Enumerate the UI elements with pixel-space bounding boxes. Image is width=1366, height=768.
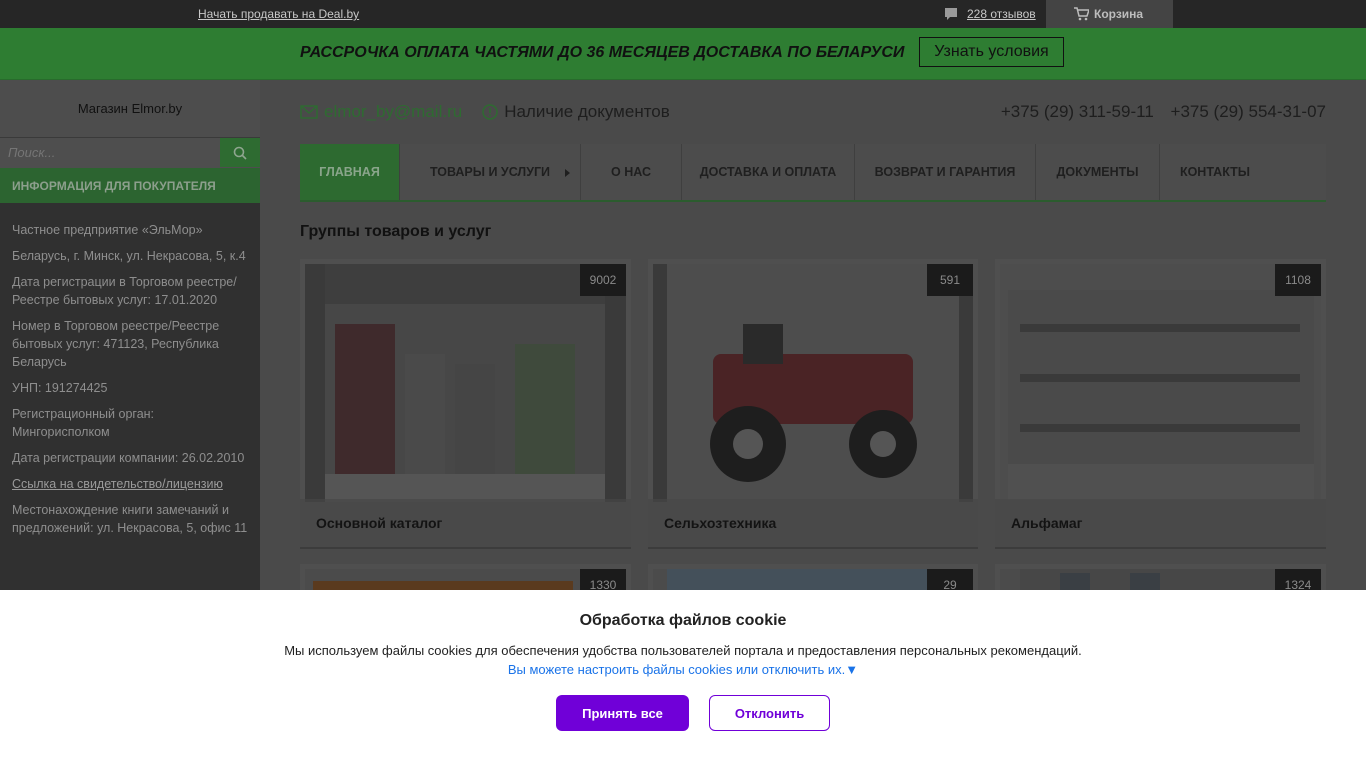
learn-conditions-button[interactable]: Узнать условия — [919, 37, 1064, 67]
group-name: Основной каталог — [300, 499, 631, 547]
info-reg-authority: Регистрационный орган: Мингорисполком — [12, 407, 155, 439]
group-count: 591 — [927, 264, 973, 296]
nav-delivery[interactable]: ДОСТАВКА И ОПЛАТА — [682, 144, 855, 200]
group-count: 1108 — [1275, 264, 1321, 296]
decline-button[interactable]: Отклонить — [709, 695, 830, 731]
cookie-settings-link[interactable]: Вы можете настроить файлы cookies или от… — [0, 662, 1366, 677]
promo-banner: РАССРОЧКА ОПЛАТА ЧАСТЯМИ ДО 36 МЕСЯЦЕВ Д… — [0, 28, 1366, 80]
nav-home[interactable]: ГЛАВНАЯ — [300, 144, 400, 200]
info-icon — [482, 104, 498, 120]
promo-text: РАССРОЧКА ОПЛАТА ЧАСТЯМИ ДО 36 МЕСЯЦЕВ Д… — [300, 44, 905, 61]
group-name: Альфамаг — [995, 499, 1326, 547]
info-registry-number: Номер в Торговом реестре/Реестре бытовых… — [12, 319, 220, 369]
cart-icon — [1074, 7, 1089, 21]
nav-contacts[interactable]: КОНТАКТЫ — [1160, 144, 1270, 200]
info-registry-date: Дата регистрации в Торговом реестре/Реес… — [12, 275, 237, 307]
group-image — [305, 264, 626, 502]
info-complaints-book: Местонахождение книги замечаний и предло… — [12, 503, 248, 535]
nav-about[interactable]: О НАС — [581, 144, 682, 200]
info-company-reg-date: Дата регистрации компании: 26.02.2010 — [12, 451, 245, 465]
documents-availability[interactable]: Наличие документов — [504, 102, 670, 122]
top-bar: Начать продавать на Deal.by 228 отзывов … — [0, 0, 1366, 28]
search-input[interactable] — [0, 138, 220, 167]
start-selling-link[interactable]: Начать продавать на Deal.by — [198, 7, 359, 21]
search-icon — [233, 146, 247, 160]
reviews-link[interactable]: 228 отзывов — [943, 6, 1036, 22]
section-title: Группы товаров и услуг — [300, 223, 492, 240]
group-card[interactable]: 9002 Основной каталог — [300, 259, 631, 549]
nav-products-label: ТОВАРЫ И УСЛУГИ — [429, 165, 551, 179]
chevron-right-icon — [565, 169, 570, 177]
group-count: 9002 — [580, 264, 626, 296]
main-nav: ГЛАВНАЯ ТОВАРЫ И УСЛУГИ О НАС ДОСТАВКА И… — [300, 144, 1326, 202]
nav-returns[interactable]: ВОЗВРАТ И ГАРАНТИЯ — [855, 144, 1036, 200]
buyer-info-header: ИНФОРМАЦИЯ ДЛЯ ПОКУПАТЕЛЯ — [0, 168, 260, 203]
group-card[interactable]: 591 Сельхозтехника — [648, 259, 978, 549]
info-company: Частное предприятие «ЭльМор» — [12, 223, 203, 237]
cookie-banner: Обработка файлов cookie Мы используем фа… — [0, 590, 1366, 768]
cookie-description: Мы используем файлы cookies для обеспече… — [284, 643, 1082, 658]
group-card[interactable]: 1108 Альфамаг — [995, 259, 1326, 549]
phones: +375 (29) 311-59-11 +375 (29) 554-31-07 — [989, 102, 1326, 122]
phone-1[interactable]: +375 (29) 311-59-11 — [1001, 102, 1154, 121]
info-unp: УНП: 191274425 — [12, 381, 108, 395]
reviews-count: 228 отзывов — [967, 7, 1036, 21]
search-button[interactable] — [220, 138, 260, 167]
group-image — [1000, 264, 1321, 502]
cart-button[interactable]: Корзина — [1046, 0, 1173, 28]
comment-icon — [945, 8, 957, 20]
buyer-info-list: Частное предприятие «ЭльМор» Беларусь, г… — [0, 203, 260, 537]
group-image — [653, 264, 973, 502]
shop-name: Магазин Elmor.by — [0, 80, 260, 137]
cart-label: Корзина — [1094, 7, 1144, 21]
email-link[interactable]: elmor_by@mail.ru — [324, 102, 462, 122]
cookie-title: Обработка файлов cookie — [579, 612, 787, 629]
nav-products[interactable]: ТОВАРЫ И УСЛУГИ — [400, 144, 581, 200]
search-box — [0, 137, 260, 168]
phone-2[interactable]: +375 (29) 554-31-07 — [1171, 102, 1326, 121]
contacts-row: elmor_by@mail.ru Наличие документов — [300, 102, 670, 122]
info-address: Беларусь, г. Минск, ул. Некрасова, 5, к.… — [12, 249, 246, 263]
mail-icon — [300, 105, 318, 119]
nav-documents[interactable]: ДОКУМЕНТЫ — [1036, 144, 1160, 200]
group-name: Сельхозтехника — [648, 499, 978, 547]
accept-all-button[interactable]: Принять все — [556, 695, 689, 731]
license-link[interactable]: Ссылка на свидетельство/лицензию — [12, 475, 248, 493]
